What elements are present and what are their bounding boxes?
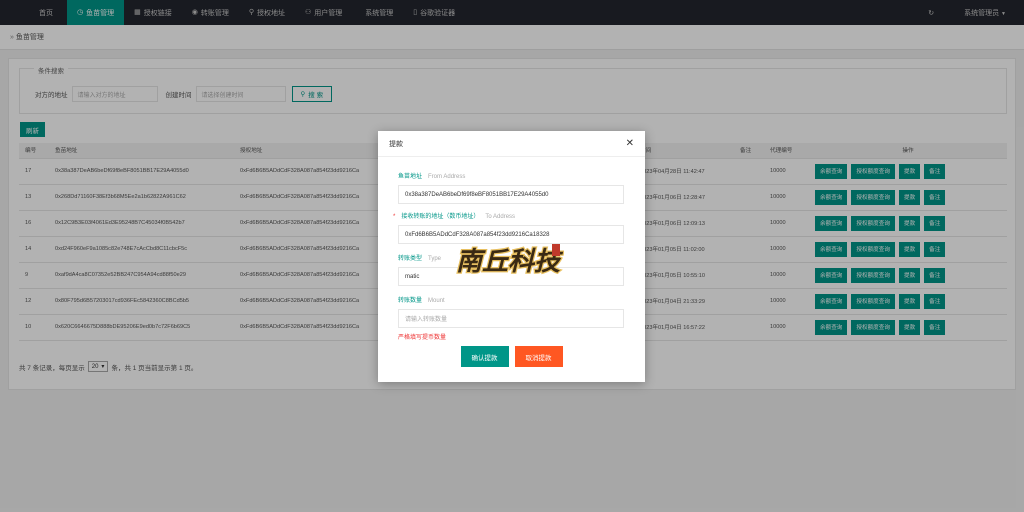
watermark-text: 南丘科技 <box>456 247 564 277</box>
amount-field: 转账数量 Mount 请输入转账数量 严格填写提币数量 <box>398 295 624 341</box>
confirm-withdraw-button[interactable]: 确认提款 <box>460 346 509 367</box>
from-field: 鱼苗地址 From Address 0x38a387DeAB6beDf69f8e… <box>398 171 624 204</box>
seal-mark <box>552 244 560 256</box>
to-label-en: To Address <box>485 214 516 220</box>
amount-warning: 严格填写提币数量 <box>398 335 447 341</box>
type-label: 转账类型 <box>398 256 423 262</box>
modal-footer: 确认提款 取消提款 <box>378 346 645 367</box>
to-label-row: * 接收转账的地址（数币地址） To Address <box>393 211 624 220</box>
amount-label-row: 转账数量 Mount <box>398 295 624 304</box>
from-address-input[interactable]: 0x38a387DeAB6beDf69f8eBF8051BB17E29A4055… <box>398 185 624 204</box>
type-label-en: Type <box>428 256 442 262</box>
modal-header: 提款 ✕ <box>378 131 645 157</box>
from-label: 鱼苗地址 <box>398 174 423 180</box>
amount-label: 转账数量 <box>398 298 423 304</box>
from-label-en: From Address <box>428 174 466 180</box>
from-label-row: 鱼苗地址 From Address <box>398 171 624 180</box>
to-label: 接收转账的地址（数币地址） <box>401 214 480 220</box>
cancel-withdraw-button[interactable]: 取消提款 <box>514 346 563 367</box>
required-mark: * <box>393 214 396 220</box>
amount-input[interactable]: 请输入转账数量 <box>398 309 624 328</box>
watermark-logo: 南丘科技 <box>455 244 564 278</box>
close-icon[interactable]: ✕ <box>626 138 634 149</box>
modal-title: 提款 <box>389 140 403 148</box>
amount-label-en: Mount <box>428 298 445 304</box>
